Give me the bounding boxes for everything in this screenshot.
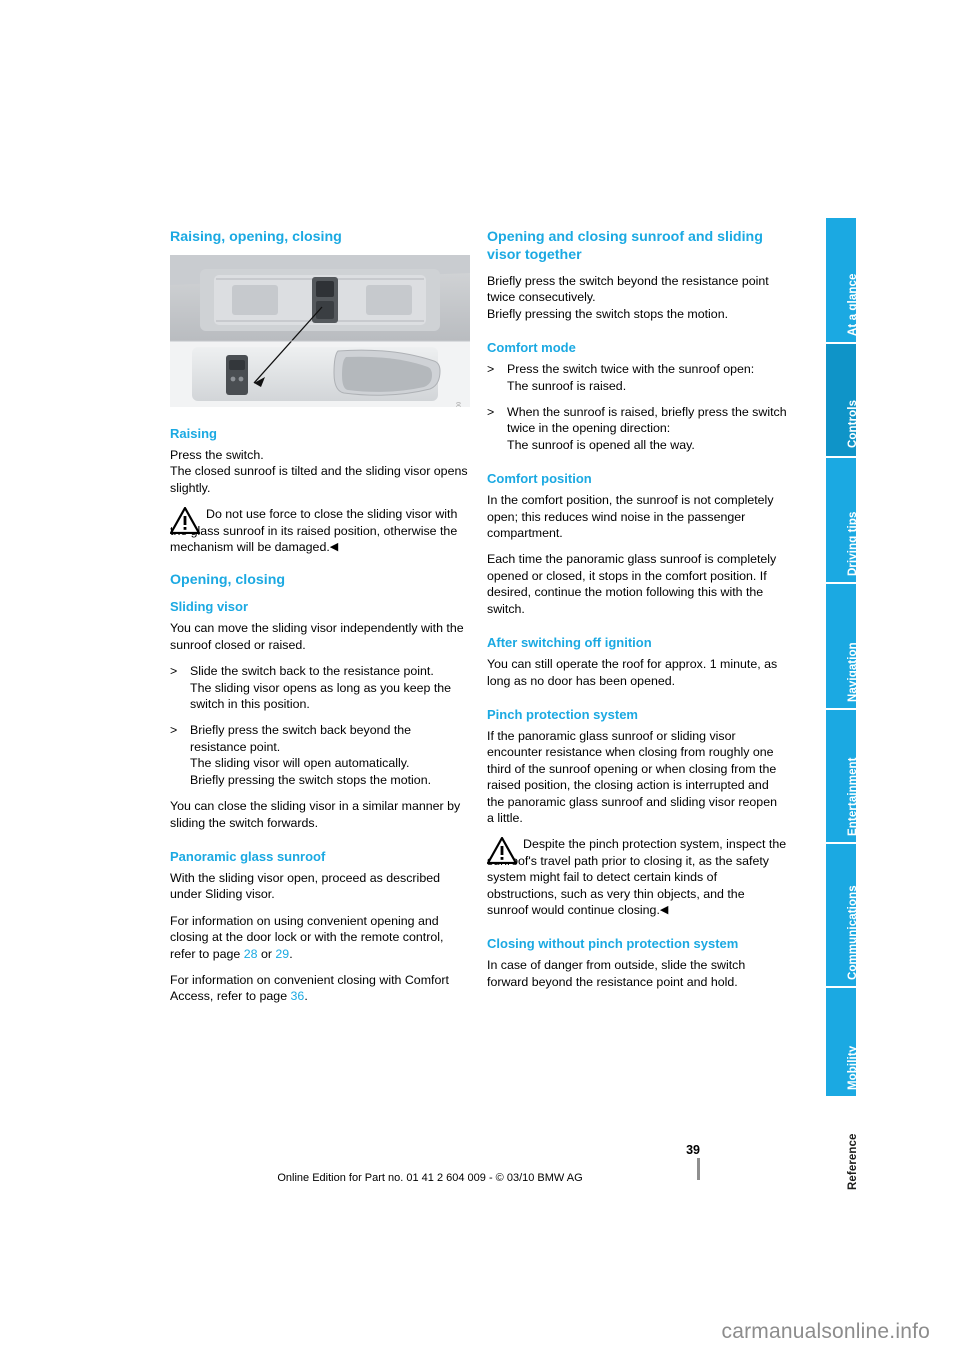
page-number: 39 — [686, 1143, 700, 1157]
warning-block-pinch: Despite the pinch protection system, ins… — [487, 836, 787, 918]
page-ref-28[interactable]: 28 — [244, 947, 258, 961]
list-item: > Slide the switch back to the resistanc… — [170, 663, 470, 712]
heading-raising: Raising — [170, 426, 217, 441]
warning-block-sliding-visor: Do not use force to close the sliding vi… — [170, 506, 470, 555]
warning-text-sliding-visor: Do not use force to close the sliding vi… — [170, 506, 470, 555]
manual-page: At a glance Controls Driving tips Naviga… — [0, 0, 960, 1358]
left-text-column: Raising, opening, closing Raising Press … — [170, 228, 470, 1015]
warning-triangle-icon — [487, 837, 517, 865]
arrow-marker-icon: > — [170, 664, 178, 679]
tab-controls[interactable]: Controls — [826, 344, 859, 456]
arrow-marker-icon: > — [487, 405, 495, 420]
panoramic-p3-b: . — [304, 989, 308, 1004]
list-item: > Briefly press the switch back beyond t… — [170, 722, 470, 788]
list-item: > When the sunroof is raised, briefly pr… — [487, 404, 787, 453]
warning-text-pinch: Despite the pinch protection system, ins… — [487, 836, 787, 918]
tab-reference[interactable]: Reference — [826, 1098, 859, 1190]
tab-mobility[interactable]: Mobility — [826, 988, 859, 1096]
warning-text-body: Do not use force to close the sliding vi… — [170, 507, 458, 555]
footer-edition-line: Online Edition for Part no. 01 41 2 604 … — [277, 1172, 583, 1184]
heading-after-switching-off-ignition: After switching off ignition — [487, 635, 652, 651]
sliding-visor-step-1: Slide the switch back to the resistance … — [190, 664, 452, 712]
page-ref-29[interactable]: 29 — [275, 947, 289, 961]
tab-communications-label: Communications — [847, 885, 859, 980]
comfort-mode-step-2: When the sunroof is raised, briefly pres… — [507, 405, 787, 452]
arrow-marker-icon: > — [170, 723, 178, 738]
heading-closing-without-pinch: Closing without pinch protection system — [487, 936, 739, 952]
pinch-p1: If the panoramic glass sunroof or slidin… — [487, 728, 777, 825]
page-ref-36[interactable]: 36 — [291, 989, 305, 1003]
warning-end-mark: ◀ — [659, 903, 669, 916]
panoramic-p3: For information on convenient closing wi… — [170, 972, 470, 1005]
heading-open-close-together: Opening and closing sunroof and sliding … — [487, 229, 763, 263]
sunroof-switch-illustration — [170, 255, 470, 407]
sliding-visor-step-2: Briefly press the switch back beyond the… — [190, 723, 432, 787]
tab-at-a-glance-label: At a glance — [847, 273, 859, 336]
tab-entertainment[interactable]: Entertainment — [826, 710, 859, 842]
page-title: Raising, opening, closing — [170, 229, 342, 245]
panoramic-p2-c: . — [289, 946, 293, 961]
together-p1: Briefly press the switch beyond the resi… — [487, 274, 769, 305]
tab-at-a-glance[interactable]: At a glance — [826, 218, 859, 342]
tab-navigation[interactable]: Navigation — [826, 584, 859, 708]
panoramic-p3-a: For information on convenient closing wi… — [170, 972, 449, 1004]
heading-sliding-visor: Sliding visor — [170, 599, 249, 615]
section-tab-rail: At a glance Controls Driving tips Naviga… — [826, 218, 859, 1190]
sunroof-switch-figure: EXPOSR0100 — [170, 255, 470, 407]
tab-mobility-label: Mobility — [847, 1045, 859, 1090]
tab-navigation-label: Navigation — [847, 642, 859, 702]
watermark-text: carmanualsonline.info — [721, 1320, 930, 1343]
tab-driving-tips-label: Driving tips — [847, 511, 859, 576]
comfort-position-p1: In the comfort position, the sunroof is … — [487, 493, 774, 541]
sliding-visor-p2: You can close the sliding visor in a sim… — [170, 799, 461, 830]
heading-opening-closing: Opening, closing — [170, 572, 286, 589]
arrow-marker-icon: > — [487, 362, 495, 377]
together-p2: Briefly pressing the switch stops the mo… — [487, 306, 729, 321]
tab-driving-tips[interactable]: Driving tips — [826, 458, 859, 582]
comfort-position-p2: Each time the panoramic glass sunroof is… — [487, 552, 777, 616]
panoramic-p1: With the sliding visor open, proceed as … — [170, 870, 440, 902]
right-text-column: Opening and closing sunroof and sliding … — [487, 228, 787, 1000]
sliding-visor-p1: You can move the sliding visor independe… — [170, 621, 464, 652]
warning-text-body: Despite the pinch protection system, ins… — [487, 837, 787, 917]
sliding-visor-steps: > Slide the switch back to the resistanc… — [170, 663, 470, 788]
watermark: carmanualsonline.info — [722, 1320, 931, 1344]
list-item: > Press the switch twice with the sunroo… — [487, 361, 787, 394]
heading-comfort-position: Comfort position — [487, 471, 592, 487]
tab-controls-label: Controls — [847, 399, 859, 448]
without-pinch-p1: In case of danger from outside, slide th… — [487, 958, 746, 989]
heading-pinch-protection-system: Pinch protection system — [487, 706, 638, 722]
warning-end-mark: ◀ — [329, 541, 339, 554]
tab-communications[interactable]: Communications — [826, 844, 859, 986]
heading-comfort-mode: Comfort mode — [487, 340, 576, 356]
tab-reference-label: Reference — [847, 1133, 859, 1190]
figure-code: EXPOSR0100 — [452, 401, 468, 407]
raising-p1: Press the switch. — [170, 448, 264, 462]
footer-rule — [697, 1158, 700, 1180]
after-ignition-p1: You can still operate the roof for appro… — [487, 657, 778, 688]
panoramic-p2-a: For information on using convenient open… — [170, 913, 444, 961]
raising-p2: The closed sunroof is tilted and the sli… — [170, 464, 468, 495]
panoramic-p2: For information on using convenient open… — [170, 913, 470, 962]
comfort-mode-step-1: Press the switch twice with the sunroof … — [507, 362, 755, 393]
tab-entertainment-label: Entertainment — [847, 757, 859, 836]
heading-panoramic-glass-sunroof: Panoramic glass sunroof — [170, 848, 326, 864]
panoramic-p2-b: or — [257, 946, 276, 961]
comfort-mode-steps: > Press the switch twice with the sunroo… — [487, 361, 787, 453]
warning-triangle-icon — [170, 507, 200, 535]
